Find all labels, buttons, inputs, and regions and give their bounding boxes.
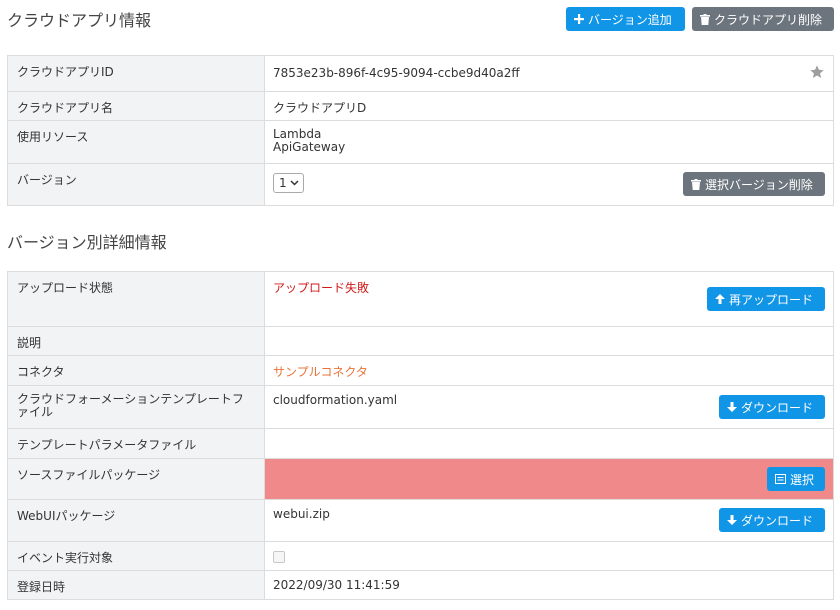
reupload-button[interactable]: 再アップロード [707, 287, 825, 311]
connector-link[interactable]: サンプルコネクタ [273, 365, 368, 379]
upload-status-label: アップロード状態 [7, 271, 265, 327]
list-icon [775, 474, 786, 484]
template-params-value [264, 428, 834, 459]
registered-row: 登録日時 2022/09/30 11:41:59 [7, 570, 834, 600]
plus-icon [574, 14, 584, 24]
version-detail-table: アップロード状態 アップロード失敗 再アップロード 説明 コネクタ サンプルコネ… [7, 271, 834, 600]
upload-status-cell: アップロード失敗 再アップロード [264, 271, 834, 327]
delete-version-button[interactable]: 選択バージョン削除 [683, 172, 825, 196]
upload-icon [715, 294, 725, 304]
page-title: クラウドアプリ情報 [7, 11, 152, 30]
description-label: 説明 [7, 326, 265, 356]
download-cf-button[interactable]: ダウンロード [719, 395, 825, 419]
resources-row: 使用リソース Lambda ApiGateway [7, 120, 834, 164]
version-select[interactable]: 1 [273, 173, 304, 193]
select-label: 選択 [790, 472, 815, 487]
app-id-row: クラウドアプリID 7853e23b-896f-4c95-9094-ccbe9d… [7, 55, 834, 92]
event-target-row: イベント実行対象 [7, 541, 834, 571]
connector-cell: サンプルコネクタ [264, 355, 834, 386]
registered-label: 登録日時 [7, 570, 265, 600]
connector-row: コネクタ サンプルコネクタ [7, 355, 834, 386]
resources-label: 使用リソース [7, 120, 265, 164]
chevron-down-icon [290, 180, 299, 186]
trash-icon [700, 13, 710, 25]
cf-template-row: クラウドフォーメーションテンプレートファイル cloudformation.ya… [7, 385, 834, 429]
select-file-button[interactable]: 選択 [767, 467, 825, 491]
source-package-label: ソースファイルパッケージ [7, 458, 265, 500]
delete-app-label: クラウドアプリ削除 [714, 12, 823, 27]
download-icon [727, 402, 737, 412]
version-selected-value: 1 [279, 176, 287, 190]
source-package-cell: 選択 [264, 458, 834, 500]
app-name-value: クラウドアプリD [264, 91, 834, 121]
app-name-row: クラウドアプリ名 クラウドアプリD [7, 91, 834, 121]
cf-template-value: cloudformation.yaml [273, 393, 398, 407]
webui-package-value: webui.zip [273, 507, 330, 521]
event-target-label: イベント実行対象 [7, 541, 265, 571]
version-detail-title: バージョン別詳細情報 [7, 233, 167, 252]
resources-cell: Lambda ApiGateway [264, 120, 834, 164]
download-label: ダウンロード [741, 400, 814, 415]
connector-label: コネクタ [7, 355, 265, 386]
app-id-cell: 7853e23b-896f-4c95-9094-ccbe9d40a2ff [264, 55, 834, 92]
app-id-label: クラウドアプリID [7, 55, 265, 92]
resource-item: ApiGateway [273, 140, 346, 154]
description-row: 説明 [7, 326, 834, 356]
cf-template-label: クラウドフォーメーションテンプレートファイル [7, 385, 265, 429]
reupload-label: 再アップロード [729, 292, 814, 307]
app-id-value: 7853e23b-896f-4c95-9094-ccbe9d40a2ff [273, 66, 520, 80]
source-package-row: ソースファイルパッケージ 選択 [7, 458, 834, 500]
upload-status-row: アップロード状態 アップロード失敗 再アップロード [7, 271, 834, 327]
download-label: ダウンロード [741, 513, 814, 528]
version-row: バージョン 1 選択バージョン削除 [7, 163, 834, 206]
event-target-cell [264, 541, 834, 571]
download-webui-button[interactable]: ダウンロード [719, 508, 825, 532]
upload-status-value: アップロード失敗 [273, 281, 370, 295]
app-info-table: クラウドアプリID 7853e23b-896f-4c95-9094-ccbe9d… [7, 55, 834, 206]
delete-app-button[interactable]: クラウドアプリ削除 [692, 7, 834, 31]
version-label: バージョン [7, 163, 265, 206]
version-cell: 1 選択バージョン削除 [264, 163, 834, 206]
add-version-button[interactable]: バージョン追加 [566, 7, 685, 31]
app-name-label: クラウドアプリ名 [7, 91, 265, 121]
download-icon [727, 515, 737, 525]
add-version-label: バージョン追加 [588, 12, 672, 27]
resource-item: Lambda [273, 127, 322, 141]
trash-icon [691, 178, 701, 190]
webui-package-label: WebUIパッケージ [7, 499, 265, 542]
registered-value: 2022/09/30 11:41:59 [264, 570, 834, 600]
webui-package-cell: webui.zip ダウンロード [264, 499, 834, 542]
webui-package-row: WebUIパッケージ webui.zip ダウンロード [7, 499, 834, 542]
delete-version-label: 選択バージョン削除 [705, 177, 813, 192]
star-icon[interactable] [809, 64, 825, 80]
description-value [264, 326, 834, 356]
template-params-label: テンプレートパラメータファイル [7, 428, 265, 459]
template-params-row: テンプレートパラメータファイル [7, 428, 834, 459]
event-target-checkbox[interactable] [273, 551, 285, 563]
cf-template-cell: cloudformation.yaml ダウンロード [264, 385, 834, 429]
